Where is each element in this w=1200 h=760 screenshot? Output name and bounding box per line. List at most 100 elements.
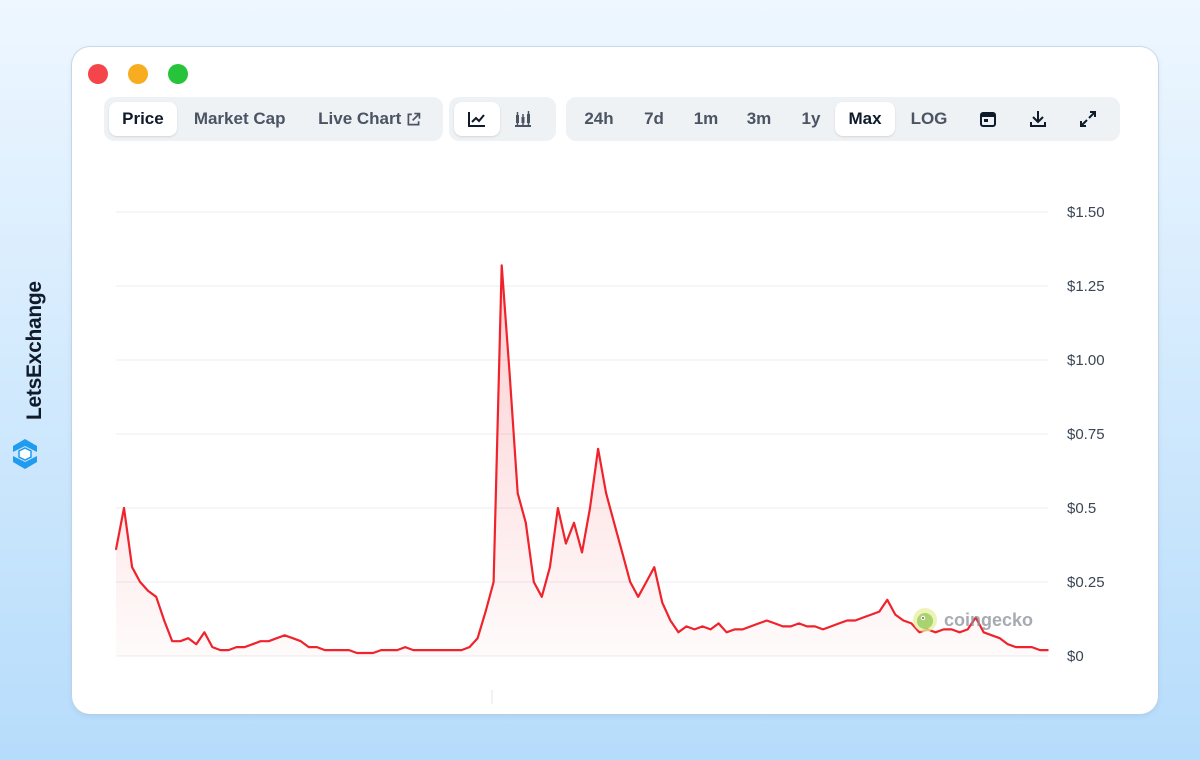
data-point: [219, 649, 222, 651]
data-point: [629, 581, 631, 583]
data-point: [806, 625, 808, 628]
data-point: [131, 566, 133, 568]
data-point: [444, 649, 447, 651]
data-point: [846, 619, 848, 622]
data-point: [533, 581, 535, 583]
data-point: [203, 631, 206, 634]
data-point: [283, 634, 286, 637]
data-point: [709, 628, 712, 631]
data-point: [758, 622, 760, 625]
data-point: [894, 613, 897, 616]
data-point: [717, 622, 720, 625]
data-point: [733, 628, 736, 631]
data-point: [1031, 646, 1033, 648]
data-point: [830, 625, 832, 628]
y-tick-label: $0.5: [1067, 500, 1096, 517]
data-point: [460, 649, 463, 651]
data-point: [356, 652, 358, 654]
data-point: [541, 596, 543, 598]
data-point: [613, 522, 615, 524]
data-point: [123, 507, 125, 509]
data-point: [886, 599, 889, 601]
data-point: [364, 652, 366, 654]
data-point: [878, 610, 881, 613]
data-point: [902, 619, 905, 622]
data-point: [653, 566, 656, 568]
data-point: [259, 640, 262, 642]
data-point: [251, 643, 254, 645]
y-tick-label: $1.25: [1067, 278, 1105, 295]
data-point: [348, 649, 350, 651]
data-point: [235, 646, 238, 648]
data-point: [774, 622, 776, 625]
data-point: [492, 581, 495, 583]
data-point: [508, 374, 511, 376]
data-point: [227, 649, 230, 651]
coingecko-logo-icon: [913, 608, 937, 632]
data-point: [476, 637, 479, 639]
data-point: [581, 551, 583, 554]
data-point: [814, 625, 816, 628]
data-point: [1023, 646, 1025, 648]
data-point: [525, 522, 527, 524]
coingecko-watermark: coingecko: [912, 607, 1033, 633]
data-point: [500, 264, 503, 267]
brand-name: LetsExchange: [23, 281, 46, 420]
data-point: [171, 640, 173, 642]
data-point: [332, 649, 334, 651]
price-area-fill: [116, 265, 1048, 656]
data-point: [412, 649, 415, 651]
data-point: [1007, 643, 1009, 645]
data-point: [645, 581, 648, 583]
data-point: [725, 631, 728, 634]
letsexchange-logo-icon: [13, 439, 37, 469]
data-point: [782, 625, 784, 628]
data-point: [870, 613, 872, 616]
data-point: [854, 619, 856, 622]
data-point: [428, 649, 431, 651]
data-point: [243, 646, 246, 648]
data-point: [573, 522, 575, 524]
data-point: [822, 628, 824, 631]
data-point: [1047, 649, 1049, 651]
y-tick-label: $1.50: [1067, 204, 1105, 221]
data-point: [862, 616, 864, 619]
data-point: [316, 646, 318, 648]
data-point: [790, 625, 792, 628]
data-point: [677, 631, 680, 634]
data-point: [516, 492, 519, 495]
data-point: [621, 551, 623, 554]
data-point: [195, 643, 198, 645]
data-point: [589, 507, 591, 509]
y-tick-label: $0: [1067, 648, 1084, 665]
data-point: [468, 646, 471, 648]
data-point: [300, 640, 302, 642]
data-point: [1015, 646, 1017, 648]
data-point: [1039, 649, 1041, 651]
data-point: [999, 637, 1001, 639]
data-point: [308, 646, 310, 648]
data-point: [549, 566, 551, 568]
y-tick-label: $0.25: [1067, 574, 1105, 591]
data-point: [436, 649, 439, 651]
data-point: [669, 619, 672, 622]
data-point: [741, 628, 744, 631]
y-tick-label: $0.75: [1067, 426, 1105, 443]
data-point: [372, 652, 374, 654]
data-point: [452, 649, 455, 651]
data-point: [155, 596, 157, 598]
data-point: [637, 596, 639, 598]
data-point: [749, 625, 752, 628]
data-point: [292, 637, 294, 639]
brand-logo-area: LetsExchange: [8, 280, 46, 480]
data-point: [484, 610, 487, 613]
data-point: [557, 507, 559, 509]
data-point: [340, 649, 342, 651]
data-point: [798, 622, 800, 625]
data-point: [163, 619, 165, 622]
data-point: [396, 649, 399, 651]
data-point: [115, 548, 117, 551]
data-point: [605, 492, 607, 495]
data-point: [404, 646, 407, 648]
data-point: [597, 448, 599, 450]
